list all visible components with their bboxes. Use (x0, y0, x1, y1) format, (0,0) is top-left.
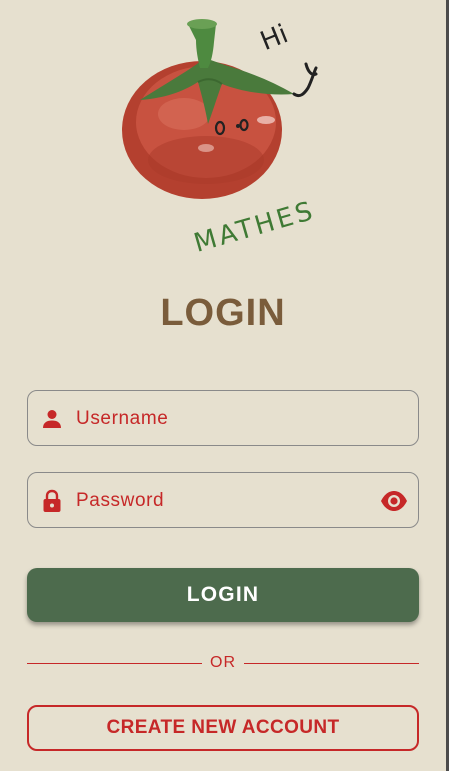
divider-right (244, 663, 419, 664)
tomato-icon: Hi MATHES (122, 19, 319, 252)
divider-left (27, 663, 202, 664)
or-divider-text: OR (210, 654, 236, 671)
password-placeholder: Password (76, 490, 165, 511)
username-placeholder: Username (76, 408, 169, 429)
logo-wordmark: MATHES (191, 196, 319, 252)
login-button[interactable]: LOGIN (27, 568, 419, 622)
lock-icon (43, 489, 61, 512)
eye-icon[interactable] (380, 488, 408, 514)
app-logo: Hi MATHES (110, 12, 340, 252)
create-account-button[interactable]: CREATE NEW ACCOUNT (27, 705, 419, 751)
password-field[interactable]: Password (27, 472, 419, 528)
page-title: LOGIN (160, 292, 286, 334)
person-icon (43, 410, 61, 428)
username-field[interactable]: Username (27, 390, 419, 446)
greeting-text: Hi (256, 19, 292, 57)
